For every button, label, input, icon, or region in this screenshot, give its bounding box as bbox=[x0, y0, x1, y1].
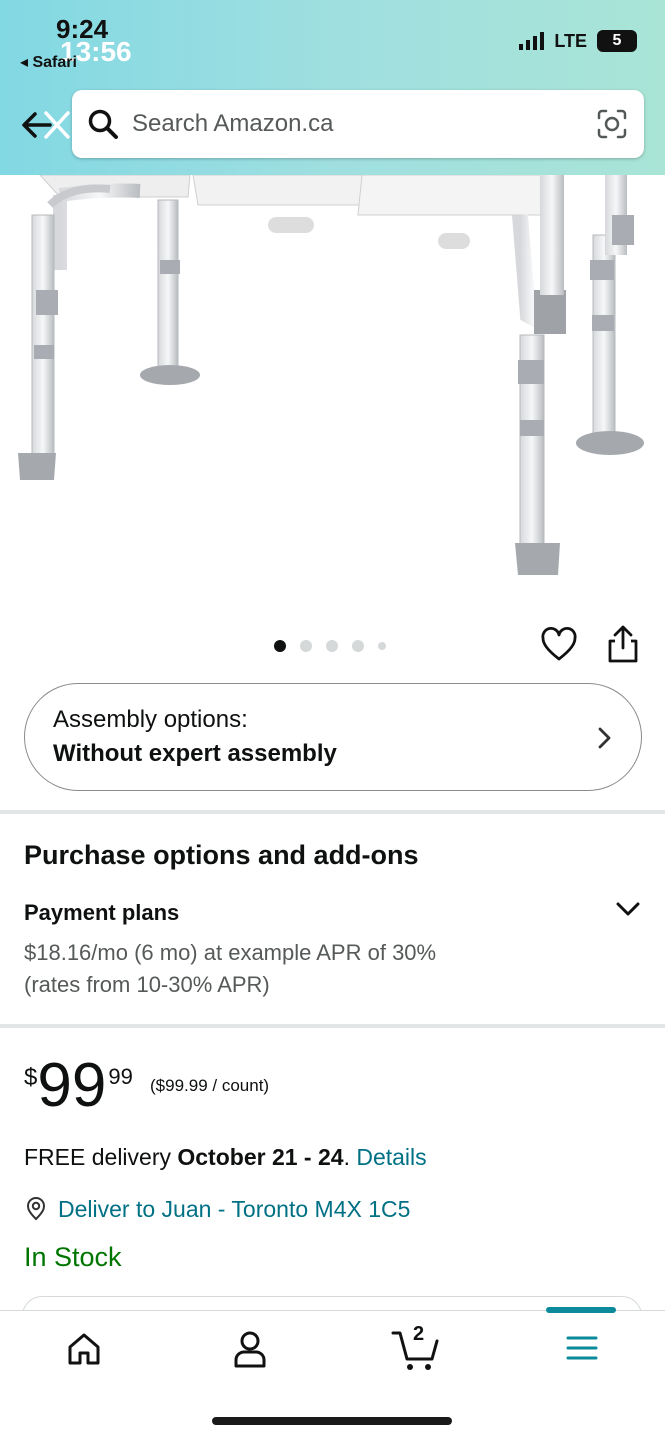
search-input[interactable]: Search Amazon.ca bbox=[132, 110, 333, 138]
home-icon[interactable] bbox=[66, 1331, 102, 1367]
home-indicator bbox=[212, 1417, 452, 1425]
product-image[interactable] bbox=[0, 175, 665, 605]
pagination-dot[interactable] bbox=[274, 640, 286, 652]
app-header: 9:24 13:56 ◂ Safari LTE 5 Search Amazon.… bbox=[0, 0, 665, 175]
search-icon bbox=[88, 109, 118, 139]
pagination-dot[interactable] bbox=[326, 640, 338, 652]
pagination-dot[interactable] bbox=[378, 642, 386, 650]
delivery-dates: October 21 - 24 bbox=[177, 1144, 344, 1170]
delivery-info: FREE delivery October 21 - 24. Details bbox=[24, 1144, 427, 1171]
stock-status: In Stock bbox=[24, 1242, 122, 1272]
payment-plans-title[interactable]: Payment plans bbox=[24, 900, 179, 926]
image-pagination-dots[interactable] bbox=[274, 640, 386, 652]
battery-icon: 5 bbox=[597, 30, 637, 52]
close-icon[interactable] bbox=[42, 108, 72, 142]
share-icon[interactable] bbox=[605, 624, 641, 664]
price-currency: $ bbox=[24, 1064, 38, 1091]
unit-price: ($99.99 / count) bbox=[150, 1076, 270, 1095]
heart-icon[interactable] bbox=[540, 626, 578, 664]
delivery-details-link[interactable]: Details bbox=[356, 1144, 426, 1170]
network-label: LTE bbox=[554, 30, 587, 51]
assembly-options-value: Without expert assembly bbox=[53, 740, 337, 767]
back-to-safari-link[interactable]: ◂ Safari bbox=[20, 52, 77, 72]
status-icons: LTE 5 bbox=[519, 30, 637, 52]
chevron-down-icon[interactable] bbox=[614, 898, 642, 920]
chevron-right-icon bbox=[598, 727, 611, 749]
section-divider bbox=[0, 810, 665, 814]
payment-plan-rates: (rates from 10-30% APR) bbox=[24, 972, 270, 997]
deliver-to-link[interactable]: Deliver to Juan - Toronto M4X 1C5 bbox=[58, 1196, 410, 1223]
purchase-options-title: Purchase options and add-ons bbox=[24, 840, 419, 870]
account-icon[interactable] bbox=[232, 1329, 268, 1369]
section-divider bbox=[0, 1024, 665, 1028]
location-pin-icon bbox=[26, 1197, 46, 1221]
pagination-dot[interactable] bbox=[300, 640, 312, 652]
product-price: $ 99 99 bbox=[24, 1051, 133, 1120]
price-whole: 99 bbox=[37, 1051, 107, 1120]
search-bar[interactable]: Search Amazon.ca bbox=[72, 90, 644, 158]
price-fraction: 99 bbox=[108, 1064, 133, 1089]
camera-search-icon[interactable] bbox=[596, 108, 628, 140]
delivery-prefix: FREE delivery bbox=[24, 1144, 178, 1170]
delivery-suffix: . bbox=[343, 1144, 357, 1170]
bottom-navigation: 2 bbox=[0, 1307, 665, 1440]
cart-count-badge: 2 bbox=[413, 1323, 425, 1345]
signal-icon bbox=[519, 32, 545, 50]
assembly-options-selector[interactable]: Assembly options: Without expert assembl… bbox=[24, 683, 642, 791]
active-tab-indicator bbox=[546, 1307, 616, 1313]
assembly-options-label: Assembly options: bbox=[53, 706, 248, 733]
shower-bench-image bbox=[18, 175, 644, 575]
payment-plan-monthly: $18.16/mo (6 mo) at example APR of 30% bbox=[24, 940, 437, 965]
menu-icon[interactable] bbox=[566, 1333, 598, 1363]
pagination-dot[interactable] bbox=[352, 640, 364, 652]
